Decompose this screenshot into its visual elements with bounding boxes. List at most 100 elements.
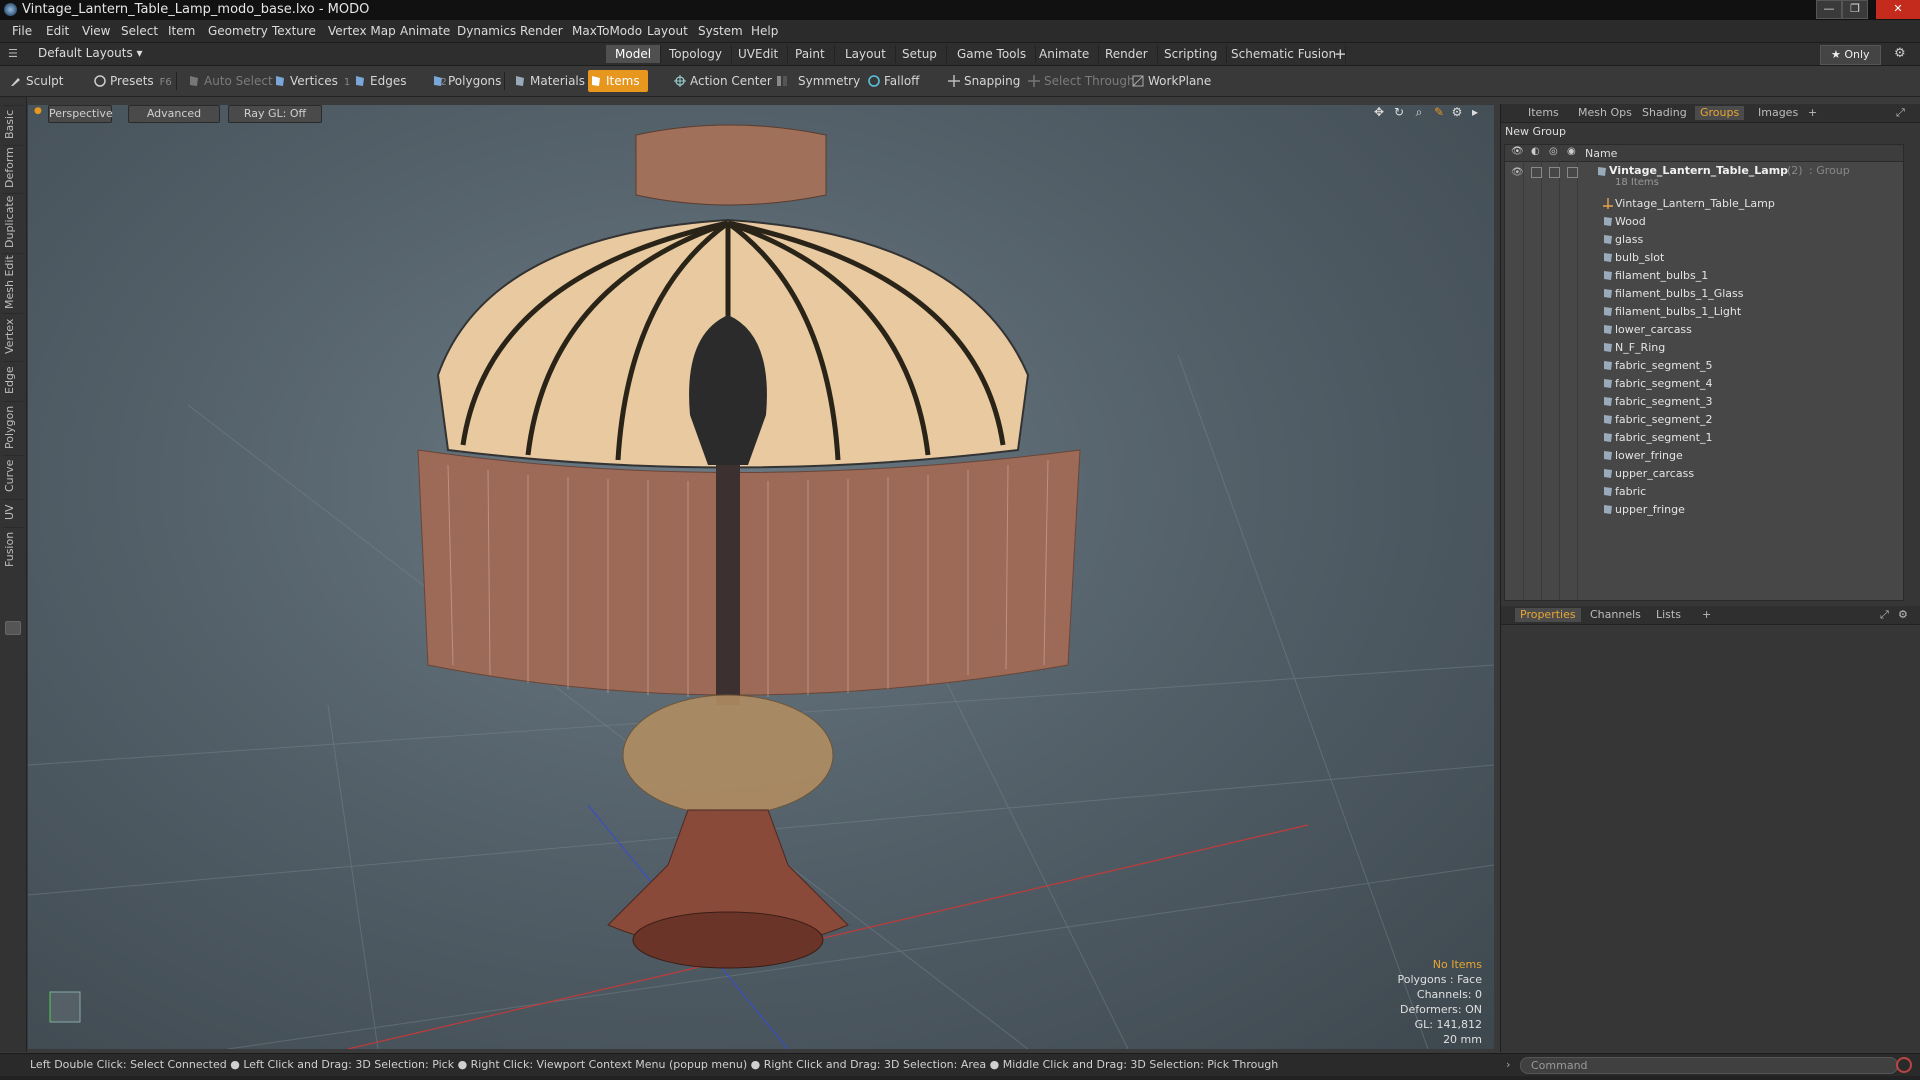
- menu-file[interactable]: File: [12, 24, 32, 38]
- menu-item[interactable]: Item: [168, 24, 195, 38]
- vtab-polygon[interactable]: Polygon: [3, 401, 23, 452]
- list-item[interactable]: bulb_slot: [1505, 249, 1903, 267]
- add-tab-button[interactable]: +: [1334, 45, 1347, 63]
- rotate-view-icon[interactable]: ↻: [1392, 105, 1406, 119]
- menu-animate[interactable]: Animate: [400, 24, 450, 38]
- add-properties-tab-button[interactable]: +: [1697, 608, 1716, 622]
- zoom-view-icon[interactable]: ⌕: [1412, 105, 1426, 119]
- tab-channels[interactable]: Channels: [1585, 608, 1646, 622]
- list-item[interactable]: fabric_segment_4: [1505, 375, 1903, 393]
- tab-topology[interactable]: Topology: [660, 45, 732, 63]
- viewport-dot-icon[interactable]: ●: [34, 106, 42, 116]
- list-item[interactable]: filament_bulbs_1: [1505, 267, 1903, 285]
- gear-icon[interactable]: ⚙: [1894, 46, 1906, 61]
- expand-panel-icon[interactable]: ⤢: [1891, 106, 1910, 120]
- menu-edit[interactable]: Edit: [46, 24, 69, 38]
- layout-menu-icon[interactable]: ☰: [8, 47, 18, 60]
- perspective-dropdown[interactable]: Perspective: [48, 105, 113, 123]
- list-item[interactable]: upper_fringe: [1505, 501, 1903, 519]
- menu-view[interactable]: View: [82, 24, 110, 38]
- select-toggle-icon[interactable]: ◉: [1567, 146, 1576, 157]
- raygl-toggle[interactable]: Ray GL: Off: [228, 105, 322, 123]
- expand-properties-icon[interactable]: ⤢: [1875, 608, 1894, 622]
- vtab-fusion[interactable]: Fusion: [3, 527, 23, 570]
- record-icon[interactable]: [1896, 1057, 1912, 1073]
- vtab-duplicate[interactable]: Duplicate: [3, 193, 23, 250]
- minimize-button[interactable]: —: [1816, 0, 1842, 19]
- menu-geometry[interactable]: Geometry: [208, 24, 268, 38]
- lock-toggle-icon[interactable]: ◎: [1549, 146, 1558, 157]
- view-settings-icon[interactable]: ⚙: [1450, 105, 1464, 119]
- list-item[interactable]: upper_carcass: [1505, 465, 1903, 483]
- items-button[interactable]: Items: [588, 70, 648, 92]
- 3d-viewport[interactable]: No Items Polygons : Face Channels: 0 Def…: [28, 105, 1494, 1049]
- group-select-checkbox[interactable]: [1567, 167, 1578, 178]
- list-item[interactable]: fabric_segment_5: [1505, 357, 1903, 375]
- tab-images[interactable]: Images: [1753, 106, 1803, 120]
- tab-layout[interactable]: Layout: [836, 45, 896, 63]
- menu-select[interactable]: Select: [121, 24, 158, 38]
- tab-render[interactable]: Render: [1096, 45, 1158, 63]
- sculpt-button[interactable]: Sculpt: [8, 70, 63, 92]
- select-through-button[interactable]: Select Through: [1026, 70, 1135, 92]
- tab-model[interactable]: Model: [606, 45, 662, 63]
- vtab-uv[interactable]: UV: [3, 499, 23, 524]
- visibility-eye-icon[interactable]: 👁: [1511, 146, 1524, 157]
- new-group-button[interactable]: New Group: [1505, 125, 1566, 138]
- menu-help[interactable]: Help: [751, 24, 778, 38]
- menu-dynamics[interactable]: Dynamics: [457, 24, 516, 38]
- render-toggle-icon[interactable]: ◐: [1531, 146, 1540, 157]
- tab-paint[interactable]: Paint: [786, 45, 835, 63]
- list-item[interactable]: Vintage_Lantern_Table_Lamp: [1505, 195, 1903, 213]
- vtab-basic[interactable]: Basic: [3, 105, 23, 142]
- polygons-button[interactable]: Polygons: [430, 70, 501, 92]
- edit-view-icon[interactable]: ✎: [1432, 105, 1446, 119]
- materials-button[interactable]: Materials: [512, 70, 585, 92]
- list-item[interactable]: filament_bulbs_1_Glass: [1505, 285, 1903, 303]
- tab-scripting[interactable]: Scripting: [1155, 45, 1228, 63]
- list-item[interactable]: N_F_Ring: [1505, 339, 1903, 357]
- list-item[interactable]: fabric: [1505, 483, 1903, 501]
- tab-lists[interactable]: Lists: [1651, 608, 1686, 622]
- action-center-button[interactable]: Action Center: [672, 70, 772, 92]
- tab-items[interactable]: Items: [1523, 106, 1564, 120]
- vertices-button[interactable]: Vertices 1: [272, 70, 350, 92]
- group-row[interactable]: 👁 Vintage_Lantern_Table_Lamp (2) : Group…: [1505, 163, 1903, 191]
- panel-toggle-button[interactable]: [5, 621, 21, 635]
- command-input[interactable]: Command: [1520, 1057, 1898, 1074]
- vtab-curve[interactable]: Curve: [3, 455, 23, 496]
- group-render-checkbox[interactable]: [1531, 167, 1542, 178]
- vtab-edge[interactable]: Edge: [3, 361, 23, 398]
- tab-uvedit[interactable]: UVEdit: [729, 45, 789, 63]
- move-view-icon[interactable]: ✥: [1372, 105, 1386, 119]
- vtab-mesh-edit[interactable]: Mesh Edit: [3, 253, 23, 310]
- tab-shading[interactable]: Shading: [1637, 106, 1692, 120]
- list-item[interactable]: lower_carcass: [1505, 321, 1903, 339]
- group-lock-checkbox[interactable]: [1549, 167, 1560, 178]
- falloff-button[interactable]: Falloff: [866, 70, 919, 92]
- list-item[interactable]: glass: [1505, 231, 1903, 249]
- close-button[interactable]: ✕: [1876, 0, 1920, 19]
- menu-system[interactable]: System: [698, 24, 743, 38]
- group-visibility-eye-icon[interactable]: 👁: [1511, 167, 1524, 178]
- vtab-vertex[interactable]: Vertex: [3, 313, 23, 358]
- presets-button[interactable]: Presets F6: [92, 70, 172, 92]
- snapping-button[interactable]: Snapping: [946, 70, 1020, 92]
- symmetry-button[interactable]: Symmetry: [774, 70, 860, 92]
- menu-render[interactable]: Render: [520, 24, 563, 38]
- tab-properties[interactable]: Properties: [1515, 608, 1581, 622]
- tab-schematic-fusion[interactable]: Schematic Fusion: [1222, 45, 1347, 63]
- list-item[interactable]: fabric_segment_1: [1505, 429, 1903, 447]
- vtab-deform[interactable]: Deform: [3, 145, 23, 190]
- tab-groups[interactable]: Groups: [1695, 106, 1745, 120]
- only-toggle[interactable]: ★ Only: [1820, 45, 1881, 65]
- shading-dropdown[interactable]: Advanced: [128, 105, 220, 123]
- auto-select-button[interactable]: Auto Select: [186, 70, 273, 92]
- list-item[interactable]: filament_bulbs_1_Light: [1505, 303, 1903, 321]
- menu-vertex-map[interactable]: Vertex Map: [328, 24, 396, 38]
- tab-animate[interactable]: Animate: [1030, 45, 1100, 63]
- list-item[interactable]: fabric_segment_2: [1505, 411, 1903, 429]
- tab-game-tools[interactable]: Game Tools: [948, 45, 1037, 63]
- workplane-button[interactable]: WorkPlane: [1130, 70, 1211, 92]
- maximize-button[interactable]: ❐: [1842, 0, 1868, 19]
